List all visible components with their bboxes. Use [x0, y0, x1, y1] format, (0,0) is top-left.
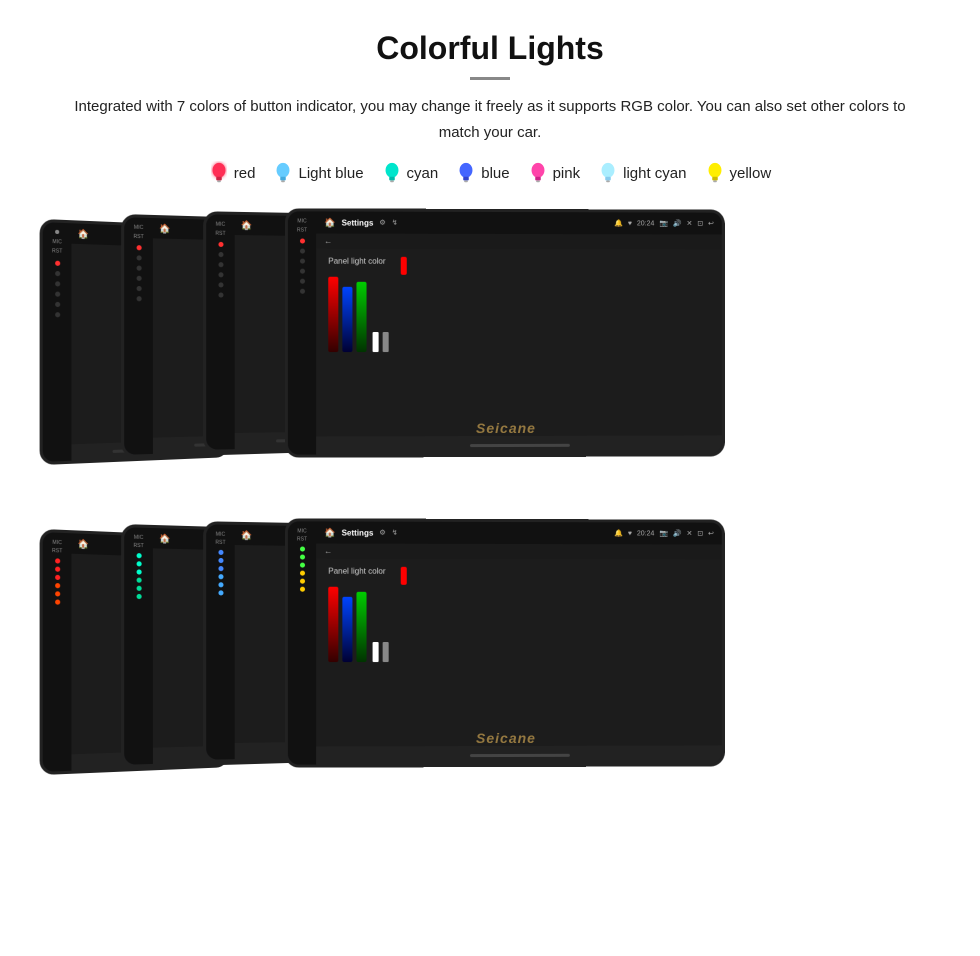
top-device-group: MIC RST 🏠 ← [40, 209, 940, 509]
color-label-lightblue: Light blue [298, 165, 363, 182]
red-bulb-icon [209, 161, 229, 185]
color-item-lightblue: Light blue [273, 161, 363, 185]
time-display: 20:24 [637, 220, 654, 227]
panel-light-section-b: Panel light color [328, 567, 388, 739]
side-panel-b1: MIC RST [43, 532, 72, 772]
yellow-bulb-icon [705, 161, 725, 185]
device-card-main-bottom: MIC RST 🏠 Sett [285, 518, 725, 767]
color-label-pink: pink [553, 165, 581, 182]
watermark-top: Seicane [476, 420, 536, 436]
top-device-stack: MIC RST 🏠 ← [40, 209, 940, 479]
lightcyan-bulb-icon [598, 161, 618, 185]
side-panel-b2: MIC RST [124, 527, 153, 765]
bottom-device-stack: MIC RST 🏠 ← [40, 519, 940, 789]
bottom-device-group: MIC RST 🏠 ← [40, 519, 940, 819]
color-item-lightcyan: light cyan [598, 161, 686, 185]
blue-bulb-icon [456, 161, 476, 185]
side-panel-main-b: MIC RST [288, 521, 316, 764]
panel-light-label-b: Panel light color [328, 567, 388, 576]
title-divider [470, 77, 510, 80]
time-display-b: 20:24 [637, 530, 654, 537]
color-item-pink: pink [528, 161, 581, 185]
color-label-red: red [234, 165, 256, 182]
side-panel-2: MIC RST [124, 217, 153, 455]
settings-top-bar: 🏠 Settings ⚙ ↯ 🔔 ♥ 20:24 📷 🔊 [316, 211, 722, 234]
color-item-blue: blue [456, 161, 509, 185]
color-item-cyan: cyan [382, 161, 439, 185]
pink-bulb-icon [528, 161, 548, 185]
settings-top-bar-b: 🏠 Settings ⚙ ↯ 🔔 ♥ 20:24 📷 🔊 [316, 521, 722, 544]
side-panel-3: MIC RST [206, 214, 235, 449]
color-label-yellow: yellow [730, 165, 772, 182]
panel-light-label: Panel light color [328, 257, 388, 266]
lightblue-bulb-icon [273, 161, 293, 185]
page-title: Colorful Lights [40, 30, 940, 67]
settings-screen-top: 🏠 Settings ⚙ ↯ 🔔 ♥ 20:24 📷 🔊 [316, 211, 722, 454]
cyan-bulb-icon [382, 161, 402, 185]
color-label-cyan: cyan [407, 165, 439, 182]
color-label-lightcyan: light cyan [623, 165, 686, 182]
settings-title-b: Settings [342, 528, 374, 537]
watermark-bottom: Seicane [476, 730, 536, 746]
color-item-red: red [209, 161, 256, 185]
page-container: Colorful Lights Integrated with 7 colors… [0, 0, 980, 859]
color-label-blue: blue [481, 165, 509, 182]
description-text: Integrated with 7 colors of button indic… [60, 94, 920, 145]
color-list: red Light blue cyan [40, 161, 940, 185]
device-card-main-top: MIC RST 🏠 Sett [285, 208, 725, 457]
settings-title: Settings [342, 218, 374, 227]
side-panel-b3: MIC RST [206, 524, 235, 759]
settings-screen-bottom: 🏠 Settings ⚙ ↯ 🔔 ♥ 20:24 📷 🔊 [316, 521, 722, 764]
color-item-yellow: yellow [705, 161, 772, 185]
side-panel-main: MIC RST [288, 211, 316, 454]
side-panel-1: MIC RST [43, 222, 72, 462]
title-section: Colorful Lights Integrated with 7 colors… [40, 30, 940, 145]
panel-light-section: Panel light color [328, 257, 388, 429]
